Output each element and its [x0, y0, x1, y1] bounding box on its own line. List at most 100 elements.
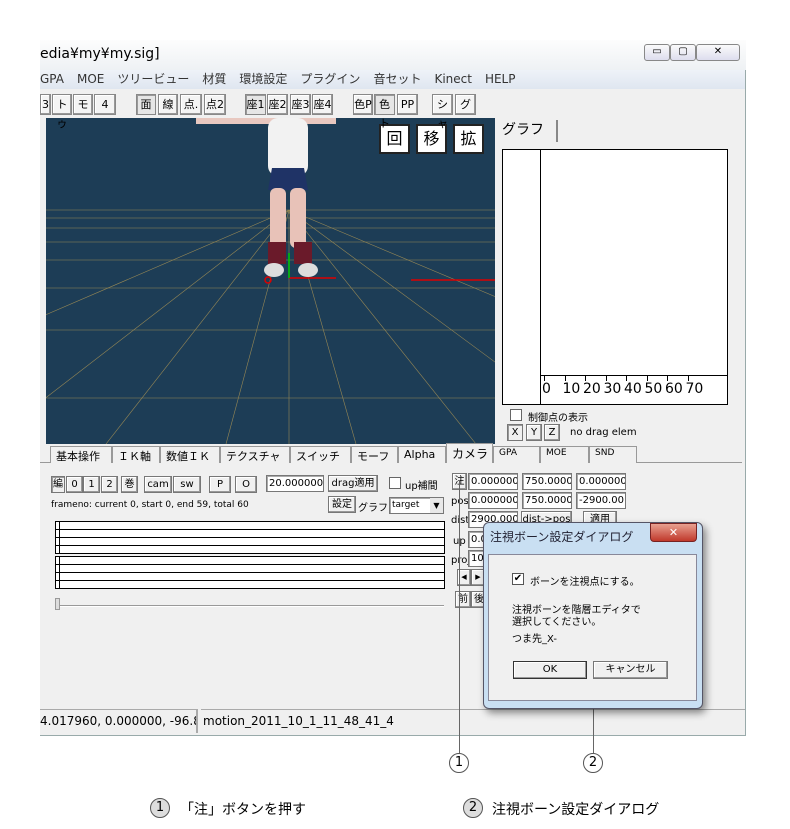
ruler-label: 30	[603, 381, 622, 397]
toolbar-button-1[interactable]: トゥ	[52, 94, 72, 130]
toolbar-button-12[interactable]: 色P	[353, 94, 373, 115]
bone-target-label: ボーンを注視点にする。	[530, 577, 640, 588]
annotation-marker-1: 1	[449, 753, 469, 773]
tab-6[interactable]: Alpha	[398, 446, 446, 463]
toolbar-button-6[interactable]: 点.	[180, 94, 202, 115]
ruler-label: 60	[665, 381, 683, 397]
up-interp-label: up補間	[405, 481, 438, 492]
pos-y-field[interactable]: 750.0000	[522, 492, 572, 509]
toolbar-button-8[interactable]: 座1	[245, 94, 266, 115]
control-points-label: 制御点の表示	[528, 413, 588, 424]
frameno-status: frameno: current 0, start 0, end 59, tot…	[51, 500, 249, 510]
tab-graph[interactable]: グラフ	[502, 120, 558, 142]
menu-help[interactable]: HELP	[485, 72, 516, 86]
frame-button-3[interactable]: 2	[101, 476, 118, 493]
ruler-label: 0	[542, 381, 551, 397]
pos-x-field[interactable]: 0.000000	[468, 492, 518, 509]
bone-target-checkbox[interactable]: ✔	[512, 573, 524, 585]
tab-3[interactable]: テクスチャ	[220, 446, 290, 463]
close-button[interactable]: ✕	[696, 44, 740, 61]
menu-material[interactable]: 材質	[202, 72, 226, 86]
frame-slider-thumb[interactable]	[55, 598, 60, 610]
drag-apply-button[interactable]: drag適用	[328, 475, 378, 492]
toolbar-button-10[interactable]: 座3	[290, 94, 311, 115]
pos-z-field[interactable]: -2900.00	[576, 492, 626, 509]
ruler-label: 40	[624, 381, 642, 397]
toolbar-button-0[interactable]: 3	[40, 94, 51, 115]
3d-viewport[interactable]	[46, 118, 495, 444]
dialog-title: 注視ボーン設定ダイアログ	[490, 530, 634, 544]
target-x-field[interactable]: 0.000000	[468, 473, 518, 490]
ruler-label: 20	[583, 381, 601, 397]
o-button[interactable]: O	[235, 476, 257, 493]
tab-4[interactable]: スイッチ	[290, 446, 351, 463]
menu-gpa[interactable]: GPA	[40, 72, 64, 86]
frame-button-1[interactable]: 0	[66, 476, 83, 493]
toolbar-button-5[interactable]: 線	[158, 94, 178, 115]
graph-canvas[interactable]: 0 10 20 30 40 50 60 70	[502, 149, 728, 405]
axis-x-button[interactable]: X	[507, 424, 523, 441]
menu-moe[interactable]: MOE	[77, 72, 104, 86]
minimize-button[interactable]: ▭	[644, 44, 670, 61]
toolbar-button-11[interactable]: 座4	[312, 94, 333, 115]
menu-treeview[interactable]: ツリービュー	[117, 72, 189, 86]
settings-button[interactable]: 設定	[328, 496, 356, 513]
frame-button-0[interactable]: 編	[51, 476, 65, 493]
tab-0[interactable]: 基本操作	[50, 446, 112, 463]
graph-cursor-line	[540, 150, 541, 404]
tab-8[interactable]: GPA	[493, 446, 540, 463]
tab-9[interactable]: MOE	[540, 446, 589, 463]
zoom-button[interactable]: 拡	[453, 124, 484, 154]
dialog-close-button[interactable]: ✕	[650, 523, 697, 542]
menu-plugin[interactable]: プラグイン	[300, 72, 360, 86]
p-button[interactable]: P	[209, 476, 231, 493]
tab-10[interactable]: SND	[589, 446, 637, 463]
value-field[interactable]: 20.000000	[266, 475, 324, 492]
status-coords: 4.017960, 0.000000, -96.81	[40, 709, 198, 733]
timeline-track-2[interactable]	[55, 556, 445, 589]
toolbar-button-13[interactable]: 色ト	[374, 94, 395, 130]
ok-button[interactable]: OK	[513, 661, 587, 679]
target-y-field[interactable]: 750.0000	[522, 473, 572, 490]
menu-settings[interactable]: 環境設定	[239, 72, 287, 86]
caption-1: 「注」ボタンを押す	[180, 802, 306, 818]
graph-select-value: target	[392, 500, 420, 510]
toolbar-button-15[interactable]: シャ	[432, 94, 453, 130]
frame-button-4[interactable]: 巻	[121, 476, 138, 493]
sw-button[interactable]: sw	[173, 476, 201, 493]
caption-marker-1: 1	[150, 798, 170, 818]
dialog-body: ✔ ボーンを注視点にする。 注視ボーンを階層エディタで 選択してください。 つま…	[488, 554, 697, 701]
prev-button[interactable]: 前	[455, 591, 471, 608]
frame-slider[interactable]	[56, 605, 444, 607]
tab-7[interactable]: カメラ	[446, 443, 493, 463]
tab-2[interactable]: 数値ＩＫ	[160, 446, 220, 463]
toolbar-button-16[interactable]: グ	[455, 94, 476, 115]
up-interp-checkbox[interactable]	[389, 477, 401, 489]
graph-select[interactable]: target ▼	[389, 497, 444, 514]
toolbar-button-9[interactable]: 座2	[267, 94, 288, 115]
cam-button[interactable]: cam	[144, 476, 172, 493]
toolbar-button-14[interactable]: PP	[397, 94, 418, 115]
menu-kinect[interactable]: Kinect	[434, 72, 472, 86]
toolbar-button-3[interactable]: 4	[94, 94, 116, 115]
cancel-button[interactable]: キャンセル	[593, 661, 668, 679]
axis-y-button[interactable]: Y	[526, 424, 542, 441]
timeline-track-1[interactable]	[55, 521, 445, 554]
axis-z-button[interactable]: Z	[544, 424, 560, 441]
window-title: edia¥my¥my.sig]	[40, 46, 160, 62]
maximize-button[interactable]: ▢	[670, 44, 696, 61]
dist-label: dist	[451, 515, 470, 526]
toolbar-button-2[interactable]: モ	[73, 94, 93, 115]
control-points-checkbox[interactable]	[510, 409, 522, 421]
chevron-down-icon[interactable]: ▼	[430, 498, 443, 513]
menu-sound[interactable]: 音セット	[373, 72, 421, 86]
toolbar-button-7[interactable]: 点2	[204, 94, 226, 115]
frame-button-2[interactable]: 1	[83, 476, 100, 493]
target-z-field[interactable]: 0.000000	[576, 473, 626, 490]
graph-label: グラフ	[358, 503, 388, 514]
title-bar: edia¥my¥my.sig]	[40, 40, 746, 70]
scene	[46, 118, 495, 444]
tab-1[interactable]: ＩＫ軸	[112, 446, 160, 463]
toolbar-button-4[interactable]: 面	[136, 94, 156, 115]
tab-5[interactable]: モーフ	[351, 446, 398, 463]
